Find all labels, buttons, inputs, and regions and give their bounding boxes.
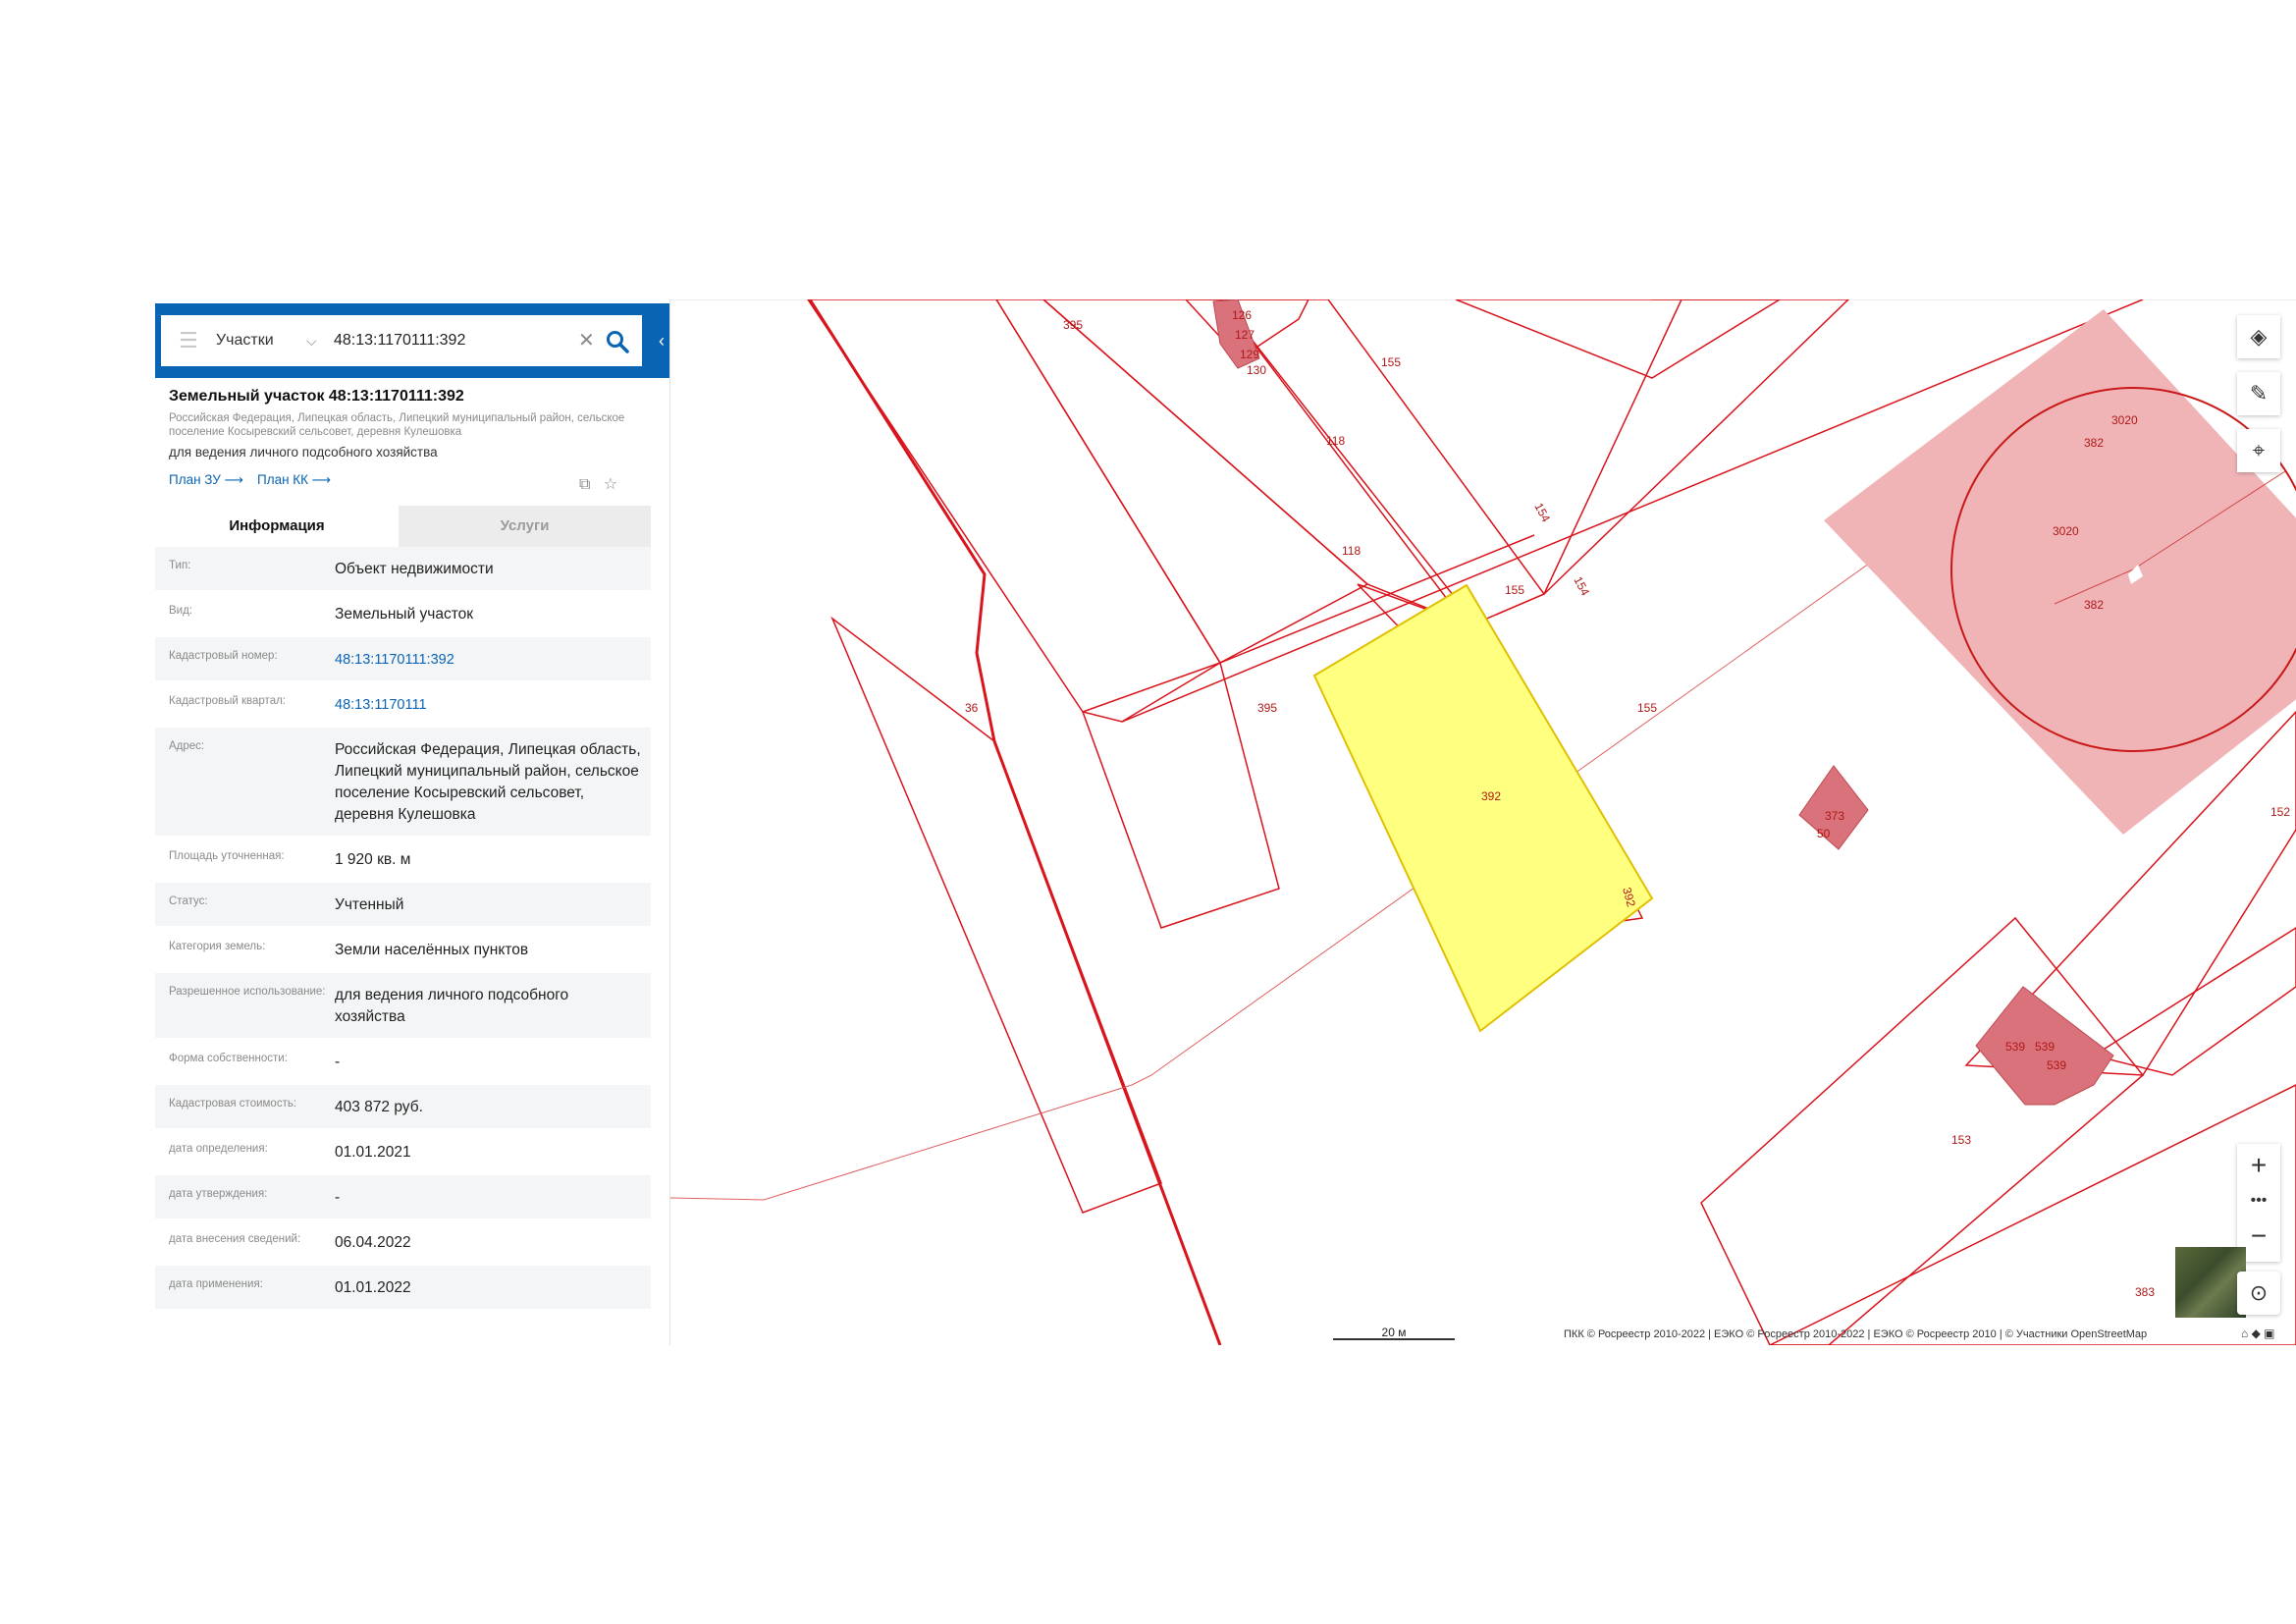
compass-button[interactable]: ⊙ [2237, 1272, 2280, 1315]
map-label[interactable]: 130 [1247, 363, 1266, 377]
map-label[interactable]: 539 [2047, 1058, 2066, 1072]
basemap-thumbnail[interactable] [2175, 1247, 2246, 1318]
attribute-row: Кадастровый номер: 48:13:1170111:392 [155, 637, 651, 682]
attribute-row: Вид: Земельный участок [155, 592, 651, 637]
object-address: Российская Федерация, Липецкая область, … [169, 412, 625, 438]
map-label[interactable]: 126 [1232, 308, 1252, 322]
attribute-row: Разрешенное использование: для ведения ли… [155, 973, 651, 1040]
layers-icon: ◈ [2250, 324, 2268, 349]
info-panel: ☰ Участки ⌵ ✕ ‹ Земельный участок 48:13:… [155, 299, 670, 1345]
attribute-row: дата утверждения: - [155, 1175, 651, 1220]
attribute-label: Кадастровый квартал: [169, 695, 286, 707]
search-box: ☰ Участки ⌵ ✕ [161, 315, 642, 366]
attribute-row: Адрес: Российская Федерация, Липецкая обл… [155, 728, 651, 838]
map-label[interactable]: 539 [2005, 1040, 2025, 1054]
map-label[interactable]: 127 [1235, 328, 1255, 342]
search-bar: ☰ Участки ⌵ ✕ ‹ [155, 303, 669, 378]
plan-zu-link[interactable]: План ЗУ ⟶ [169, 472, 243, 488]
attribute-row: дата внесения сведений: 06.04.2022 [155, 1220, 651, 1266]
panel-tabs: Информация Услуги [155, 506, 651, 547]
direction-icon[interactable]: ◆ [2252, 1326, 2261, 1340]
crosshair-icon: ⌖ [2252, 438, 2266, 462]
attribute-label: Кадастровая стоимость: [169, 1098, 297, 1110]
more-icon[interactable]: ••• [2237, 1187, 2280, 1215]
map-view[interactable]: 395 126 127 129 130 155 118 118 154 154 … [670, 299, 2296, 1345]
attribute-row: Кадастровая стоимость: 403 872 руб. [155, 1085, 651, 1130]
attribute-row: Статус: Учтенный [155, 883, 651, 928]
map-label[interactable]: 382 [2084, 598, 2104, 612]
map-attribution: ПКК © Росреестр 2010-2022 | ЕЭКО © Росре… [1564, 1328, 2148, 1340]
attribute-label: Категория земель: [169, 941, 266, 952]
attribute-row: дата определения: 01.01.2021 [155, 1130, 651, 1175]
attribute-label: дата определения: [169, 1143, 268, 1155]
menu-icon[interactable]: ☰ [179, 329, 200, 352]
attribute-row: Форма собственности: - [155, 1040, 651, 1085]
attribute-label: Статус: [169, 895, 208, 907]
map-label[interactable]: 382 [2084, 436, 2104, 450]
object-actions: ⧉ ☆ [579, 474, 617, 494]
map-label[interactable]: 152 [2270, 805, 2290, 819]
map-label[interactable]: 155 [1637, 701, 1657, 715]
attribute-label: Разрешенное использование: [169, 986, 326, 998]
locate-button[interactable]: ⌖ [2237, 429, 2280, 472]
attribute-label: дата применения: [169, 1278, 263, 1290]
attribute-label: Вид: [169, 605, 192, 617]
attribute-label: Форма собственности: [169, 1053, 288, 1064]
plan-kk-link[interactable]: План КК ⟶ [257, 472, 331, 488]
attribute-row: Площадь уточненная: 1 920 кв. м [155, 838, 651, 883]
map-label[interactable]: 395 [1257, 701, 1277, 715]
map-label[interactable]: 118 [1342, 544, 1361, 558]
attribute-row: дата применения: 01.01.2022 [155, 1266, 651, 1311]
map-label[interactable]: 118 [1326, 434, 1345, 448]
map-label[interactable]: 392 [1481, 789, 1501, 803]
map-label[interactable]: 155 [1505, 583, 1524, 597]
map-label[interactable]: 3020 [2053, 524, 2079, 538]
scale-bar: 20 м [1333, 1326, 1455, 1340]
map-label[interactable]: 155 [1381, 355, 1401, 369]
object-use: для ведения личного подсобного хозяйства [169, 445, 438, 460]
compass-icon: ⊙ [2249, 1280, 2269, 1305]
chevron-down-icon[interactable]: ⌵ [306, 315, 317, 366]
layer-select[interactable]: Участки [216, 315, 274, 366]
zoom-in-button[interactable]: + [2237, 1144, 2280, 1187]
attribute-row: Кадастровый квартал: 48:13:1170111 [155, 682, 651, 728]
search-input[interactable] [334, 325, 569, 356]
attribute-row: Категория земель: Земли населённых пункто… [155, 928, 651, 973]
attribute-value: для ведения личного подсобного хозяйства [335, 987, 569, 1025]
map-label[interactable]: 153 [1951, 1133, 1971, 1147]
object-title: Земельный участок 48:13:1170111:392 [169, 388, 464, 405]
attribute-label: дата внесения сведений: [169, 1233, 301, 1245]
attribute-label: Площадь уточненная: [169, 850, 285, 862]
search-icon[interactable] [605, 329, 630, 354]
collapse-panel-icon[interactable]: ‹ [654, 303, 669, 378]
footer-icons: ⌂ ◆ ▣ [2241, 1326, 2275, 1340]
layers-button[interactable]: ◈ [2237, 315, 2280, 358]
map-label[interactable]: 395 [1063, 318, 1083, 332]
attribute-label: Кадастровый номер: [169, 650, 278, 662]
zoom-to-object-icon[interactable]: ⧉ [579, 476, 590, 493]
tab-info[interactable]: Информация [155, 506, 399, 547]
cadastral-map-app: ☰ Участки ⌵ ✕ ‹ Земельный участок 48:13:… [155, 299, 2296, 1345]
map-label[interactable]: 129 [1240, 348, 1259, 361]
map-label[interactable]: 3020 [2111, 413, 2138, 427]
attribute-label: Адрес: [169, 740, 205, 752]
tab-services[interactable]: Услуги [399, 506, 651, 547]
map-label[interactable]: 50 [1817, 827, 1831, 840]
map-label[interactable]: 36 [965, 701, 979, 715]
measure-button[interactable]: ✎ [2237, 372, 2280, 415]
attribute-label: дата утверждения: [169, 1188, 268, 1200]
fullscreen-icon[interactable]: ▣ [2264, 1326, 2274, 1340]
ruler-icon: ✎ [2249, 381, 2269, 406]
attribute-row: Тип: Объект недвижимости [155, 547, 651, 592]
close-icon[interactable]: ✕ [578, 315, 595, 366]
map-label[interactable]: 373 [1825, 809, 1844, 823]
map-label[interactable]: 383 [2135, 1285, 2155, 1299]
attribute-label: Тип: [169, 560, 191, 571]
favorite-star-icon[interactable]: ☆ [604, 476, 617, 493]
map-label[interactable]: 539 [2035, 1040, 2055, 1054]
map-canvas[interactable]: 395 126 127 129 130 155 118 118 154 154 … [670, 299, 2296, 1345]
zoom-control: + ••• − [2237, 1144, 2280, 1262]
attribute-table: Тип: Объект недвижимости Вид: Земельный уча… [155, 547, 651, 1311]
home-icon[interactable]: ⌂ [2241, 1326, 2248, 1340]
